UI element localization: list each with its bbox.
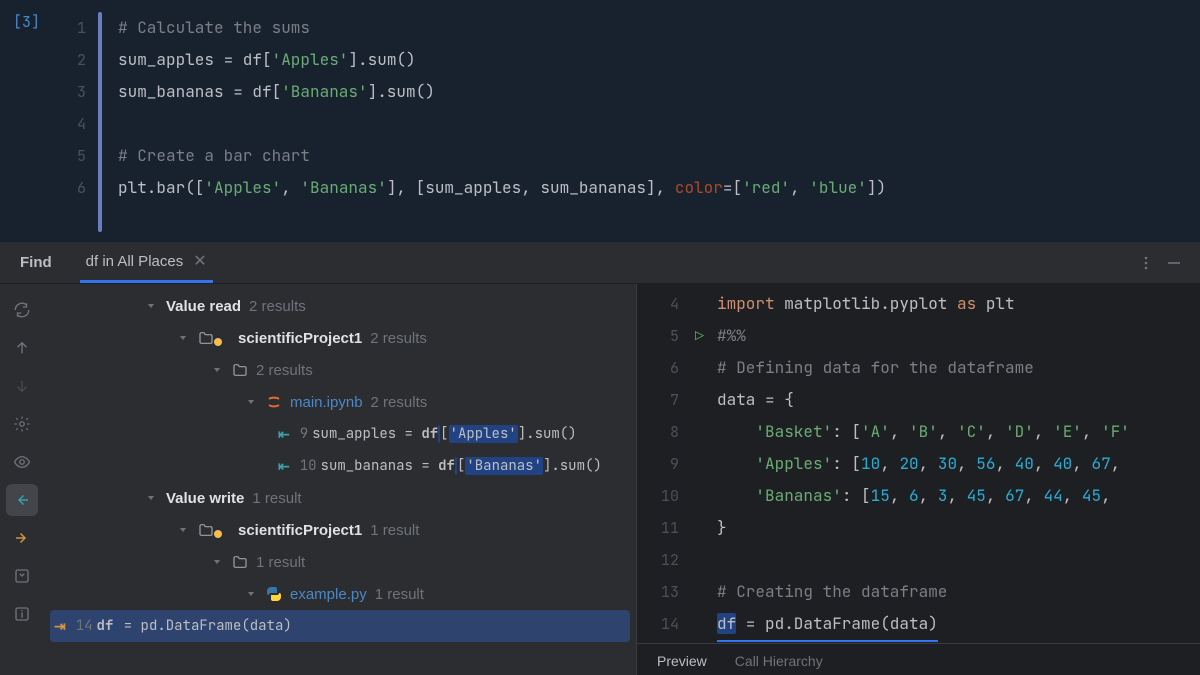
result-file[interactable]: example.py 1 result bbox=[44, 578, 636, 610]
more-icon[interactable] bbox=[1132, 249, 1160, 277]
find-tab-label: df in All Places bbox=[86, 253, 184, 270]
preview-code[interactable]: import matplotlib.pyplot as plt#%%# Defi… bbox=[691, 284, 1200, 643]
read-access-icon[interactable] bbox=[6, 484, 38, 516]
find-toolbar bbox=[0, 284, 44, 675]
refresh-icon[interactable] bbox=[6, 294, 38, 326]
import-access-icon[interactable] bbox=[6, 560, 38, 592]
prev-occurrence-icon[interactable] bbox=[6, 332, 38, 364]
result-group[interactable]: Value read 2 results bbox=[44, 290, 636, 322]
result-folder[interactable]: 1 result bbox=[44, 546, 636, 578]
line-gutter: 123456 bbox=[52, 6, 98, 242]
find-header: Find df in All Places ✕ bbox=[0, 242, 1200, 284]
preview-pane: 45▷67891011121314 import matplotlib.pypl… bbox=[636, 284, 1200, 675]
result-folder[interactable]: 2 results bbox=[44, 354, 636, 386]
info-icon[interactable] bbox=[6, 598, 38, 630]
cell-exec-count: [3] bbox=[0, 6, 52, 242]
notebook-editor[interactable]: [3] 123456 # Calculate the sumssum_apple… bbox=[0, 0, 1200, 242]
preview-editor[interactable]: 45▷67891011121314 import matplotlib.pypl… bbox=[637, 284, 1200, 643]
find-title[interactable]: Find bbox=[14, 244, 58, 281]
preview-gutter: 45▷67891011121314 bbox=[637, 284, 691, 643]
next-occurrence-icon[interactable] bbox=[6, 370, 38, 402]
code-area[interactable]: # Calculate the sumssum_apples = df['App… bbox=[102, 6, 1200, 242]
preview-tabs: Preview Call Hierarchy bbox=[637, 643, 1200, 675]
result-project[interactable]: scientificProject1 2 results bbox=[44, 322, 636, 354]
code-cell[interactable]: [3] 123456 # Calculate the sumssum_apple… bbox=[0, 6, 1200, 242]
result-group[interactable]: Value write 1 result bbox=[44, 482, 636, 514]
preview-toggle-icon[interactable] bbox=[6, 446, 38, 478]
minimize-icon[interactable] bbox=[1160, 249, 1188, 277]
settings-icon[interactable] bbox=[6, 408, 38, 440]
find-tab[interactable]: df in All Places ✕ bbox=[80, 242, 213, 283]
find-results-tree[interactable]: Value read 2 resultsscientificProject1 2… bbox=[44, 284, 636, 675]
result-line[interactable]: ⇤10sum_bananas = df['Bananas'].sum() bbox=[44, 450, 636, 482]
write-access-icon[interactable] bbox=[6, 522, 38, 554]
tab-call-hierarchy[interactable]: Call Hierarchy bbox=[733, 647, 825, 675]
tab-preview[interactable]: Preview bbox=[655, 647, 709, 675]
find-tool-window: Find df in All Places ✕ bbox=[0, 242, 1200, 675]
result-line[interactable]: ⇤9sum_apples = df['Apples'].sum() bbox=[44, 418, 636, 450]
result-line[interactable]: ⇥14df = pd.DataFrame(data) bbox=[50, 610, 630, 642]
result-project[interactable]: scientificProject1 1 result bbox=[44, 514, 636, 546]
result-file[interactable]: main.ipynb 2 results bbox=[44, 386, 636, 418]
close-icon[interactable]: ✕ bbox=[193, 251, 206, 271]
